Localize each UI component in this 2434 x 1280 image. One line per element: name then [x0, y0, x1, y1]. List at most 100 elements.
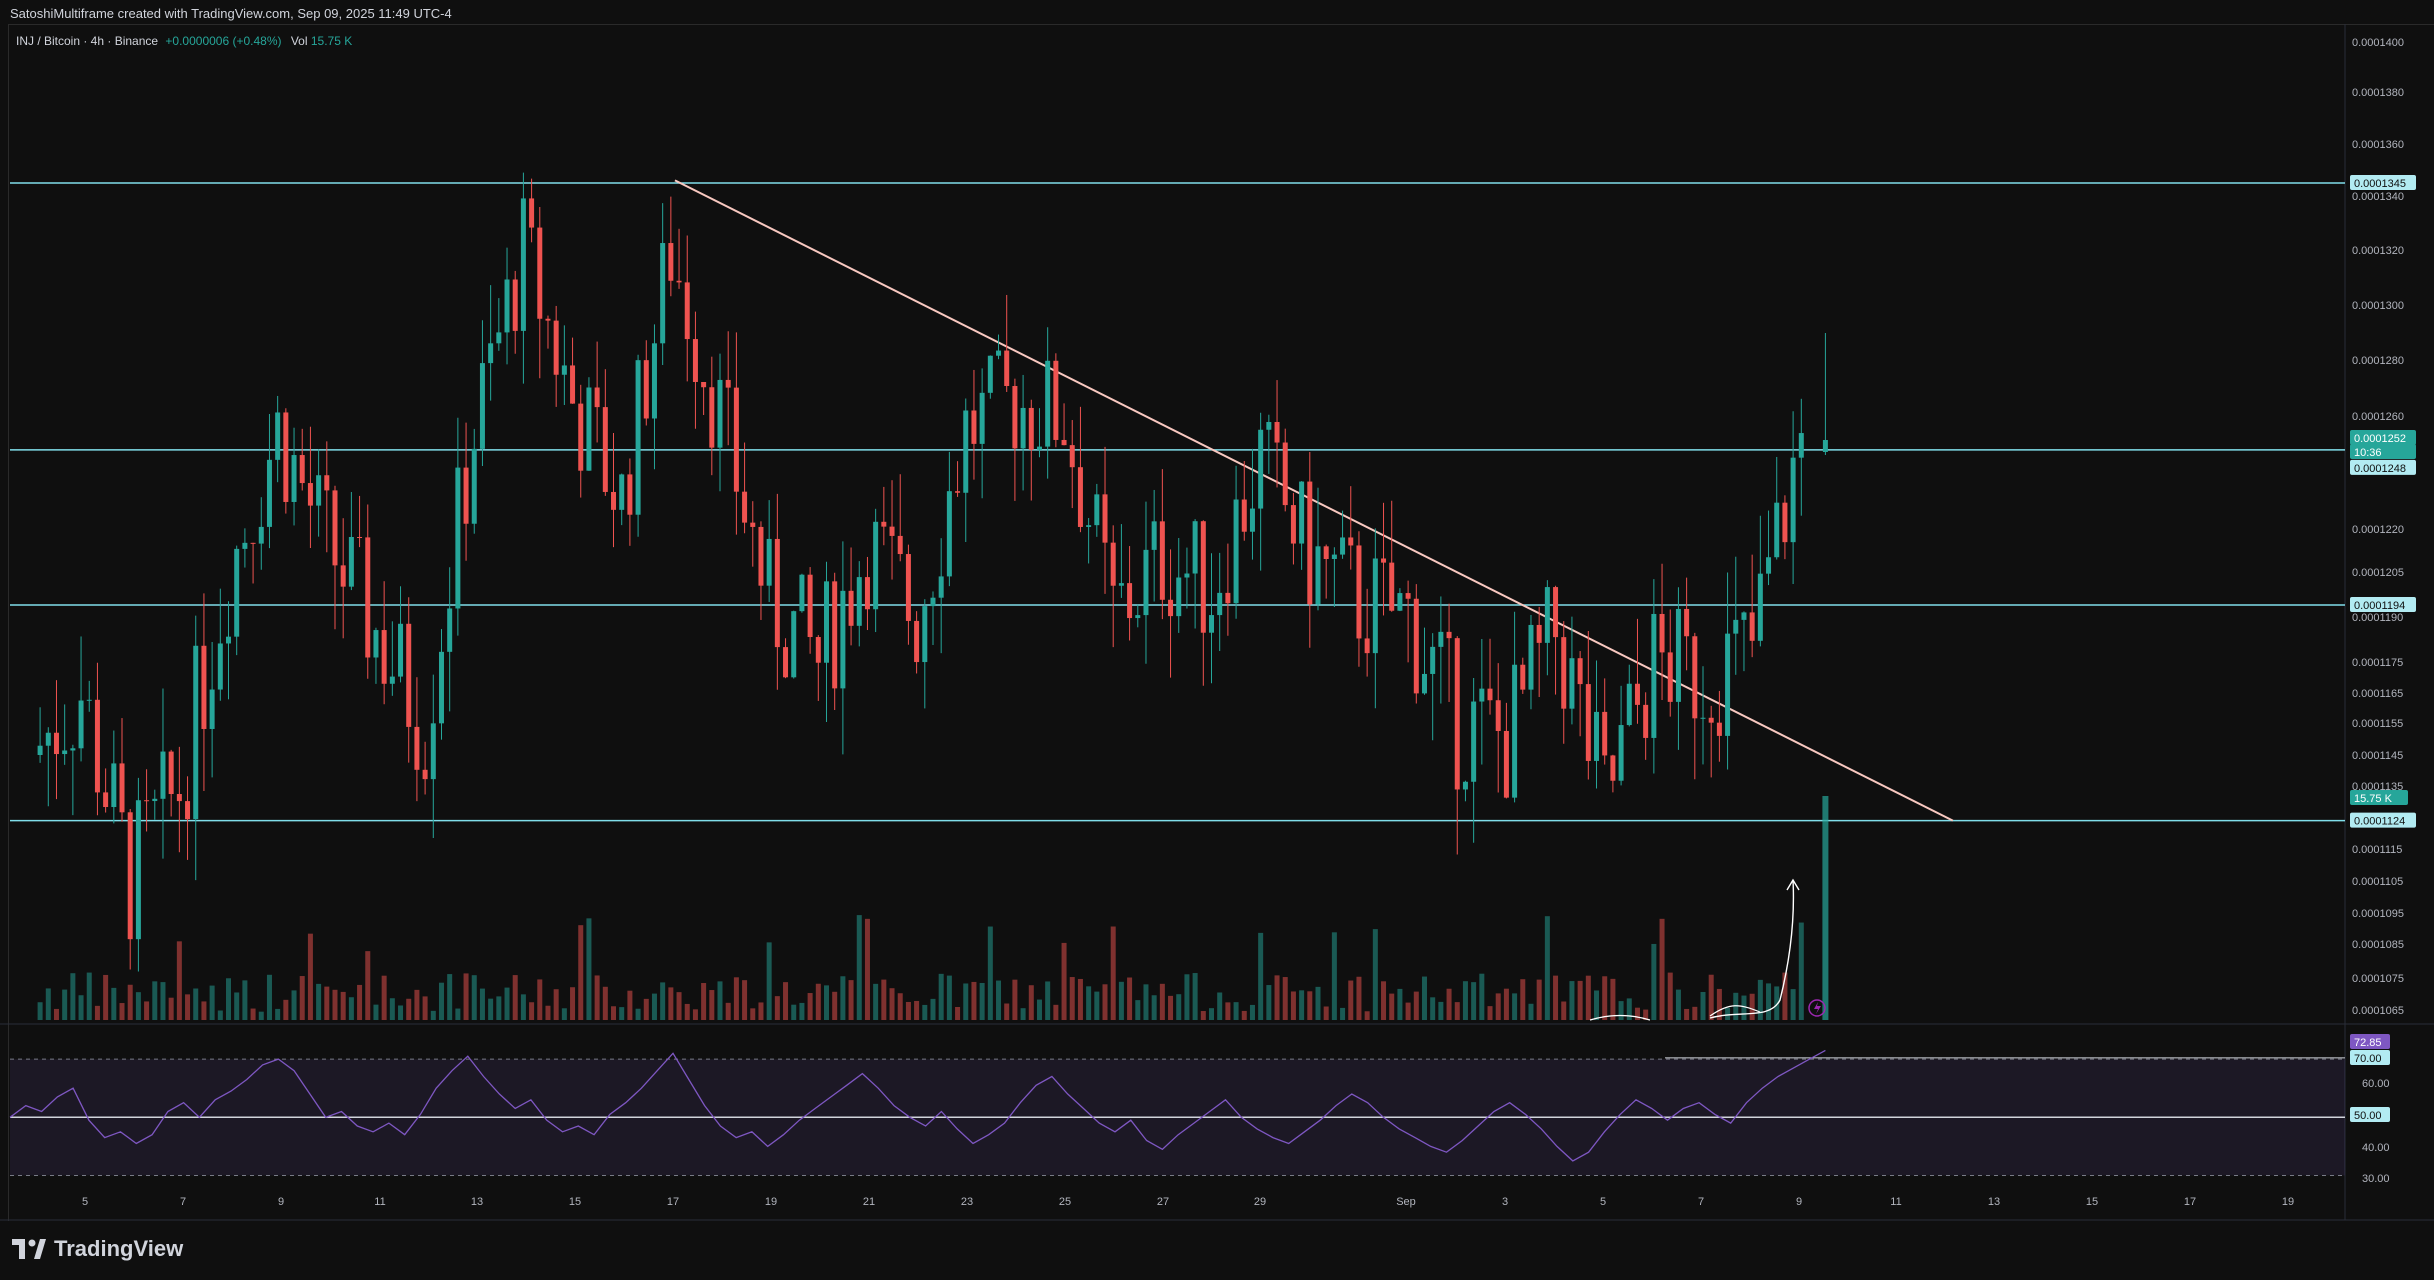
volume-bar — [1651, 943, 1657, 1020]
volume-bar — [668, 987, 674, 1020]
volume-bar — [635, 1008, 641, 1020]
volume-bar — [1749, 993, 1755, 1020]
volume-bar — [905, 1001, 911, 1020]
candle-body — [1143, 549, 1149, 616]
candle-body — [611, 491, 617, 510]
volume-bar — [62, 989, 68, 1020]
candle-body — [381, 630, 387, 684]
candle-body — [471, 448, 477, 524]
volume-bar — [185, 994, 191, 1020]
candle-body — [1667, 652, 1673, 702]
volume-bar — [832, 991, 838, 1020]
volume-bar — [725, 1002, 731, 1020]
volume-bar — [78, 995, 84, 1020]
price-axis-tick: 0.0001085 — [2352, 939, 2404, 951]
lightning-bolt-icon — [1814, 1002, 1821, 1014]
price-axis-tick: 0.0001145 — [2352, 750, 2403, 762]
volume-bar — [733, 977, 739, 1020]
candle-body — [78, 700, 84, 749]
candle-body — [1323, 546, 1329, 559]
volume-bar — [414, 989, 420, 1020]
candle-body — [1749, 612, 1755, 641]
volume-bar — [553, 989, 559, 1020]
rsi-current-label: 72.85 — [2354, 1037, 2382, 1049]
time-axis-tick: Sep — [1396, 1196, 1416, 1208]
chart-canvas[interactable]: 0.00014000.00013800.00013600.00013400.00… — [0, 0, 2434, 1230]
candle-body — [594, 387, 600, 408]
volume-bar — [643, 998, 649, 1020]
candle-body — [709, 387, 715, 448]
candle-body — [152, 798, 158, 802]
candle-body — [1569, 658, 1575, 709]
candle-body — [209, 689, 215, 729]
candle-body — [799, 574, 805, 612]
candle-body — [496, 332, 502, 344]
candle-body — [1241, 499, 1247, 532]
candle-body — [1462, 781, 1468, 790]
candle-body — [389, 676, 395, 684]
candle-body — [1389, 562, 1395, 611]
candle-body — [398, 623, 404, 677]
volume-bar — [463, 973, 469, 1020]
volume-bar — [1004, 1003, 1010, 1020]
candle-body — [668, 243, 674, 281]
candle-body — [430, 723, 436, 780]
time-axis-tick: 7 — [1698, 1196, 1704, 1208]
candle-body — [37, 745, 43, 755]
volume-bar — [750, 1008, 756, 1020]
time-axis-tick: 19 — [2282, 1196, 2294, 1208]
candle-body — [1118, 583, 1124, 586]
candle-body — [1822, 440, 1828, 452]
candle-body — [1594, 711, 1600, 761]
time-axis-tick: 11 — [374, 1196, 385, 1208]
candle-body — [627, 474, 633, 515]
candle-body — [1716, 722, 1722, 736]
candle-body — [717, 379, 723, 448]
volume-bar — [1184, 974, 1190, 1020]
candle-body — [848, 590, 854, 626]
volume-value-label: 15.75 K — [2354, 793, 2393, 805]
candle-body — [766, 538, 772, 586]
candle-body — [234, 548, 240, 637]
candle-body — [783, 647, 789, 678]
rsi-overbought-label: 70.00 — [2354, 1053, 2382, 1065]
candle-body — [1233, 499, 1239, 604]
volume-bar — [1233, 1002, 1239, 1020]
volume-bar — [570, 987, 576, 1020]
volume-bar — [1053, 1004, 1059, 1020]
volume-bar — [1553, 975, 1559, 1020]
candle-body — [1381, 558, 1387, 563]
candle-body — [127, 812, 133, 940]
time-axis-tick: 25 — [1059, 1196, 1071, 1208]
volume-bar — [1028, 985, 1034, 1020]
candle-body — [701, 381, 707, 388]
volume-bar — [389, 998, 395, 1020]
time-axis-tick: 5 — [82, 1196, 88, 1208]
tradingview-brand[interactable]: TradingView — [12, 1236, 183, 1262]
candle-body — [914, 620, 920, 663]
volume-bar — [537, 979, 543, 1020]
level-price-label: 0.0001248 — [2354, 463, 2406, 475]
candle-body — [488, 343, 494, 364]
price-change: +0.0000006 (+0.48%) — [165, 34, 282, 48]
candle-body — [53, 732, 59, 755]
volume-bar — [930, 998, 936, 1020]
volume-bar — [1413, 991, 1419, 1020]
time-axis-tick: 9 — [278, 1196, 284, 1208]
volume-bar — [815, 983, 821, 1020]
candle-body — [725, 379, 731, 388]
price-axis-tick: 0.0001205 — [2352, 567, 2404, 579]
time-axis-tick: 7 — [180, 1196, 186, 1208]
time-axis-tick: 29 — [1254, 1196, 1266, 1208]
candle-body — [807, 574, 813, 638]
rsi-axis-tick: 60.00 — [2362, 1078, 2390, 1090]
time-axis-tick: 19 — [765, 1196, 777, 1208]
volume-bar — [619, 1007, 625, 1020]
volume-bar — [119, 1003, 125, 1020]
candle-body — [1421, 673, 1427, 694]
volume-bar — [1822, 796, 1829, 1020]
time-axis-tick: 15 — [2086, 1196, 2098, 1208]
tradingview-logo-icon — [12, 1239, 46, 1259]
candle-body — [1471, 701, 1477, 782]
volume-bar — [701, 983, 707, 1020]
